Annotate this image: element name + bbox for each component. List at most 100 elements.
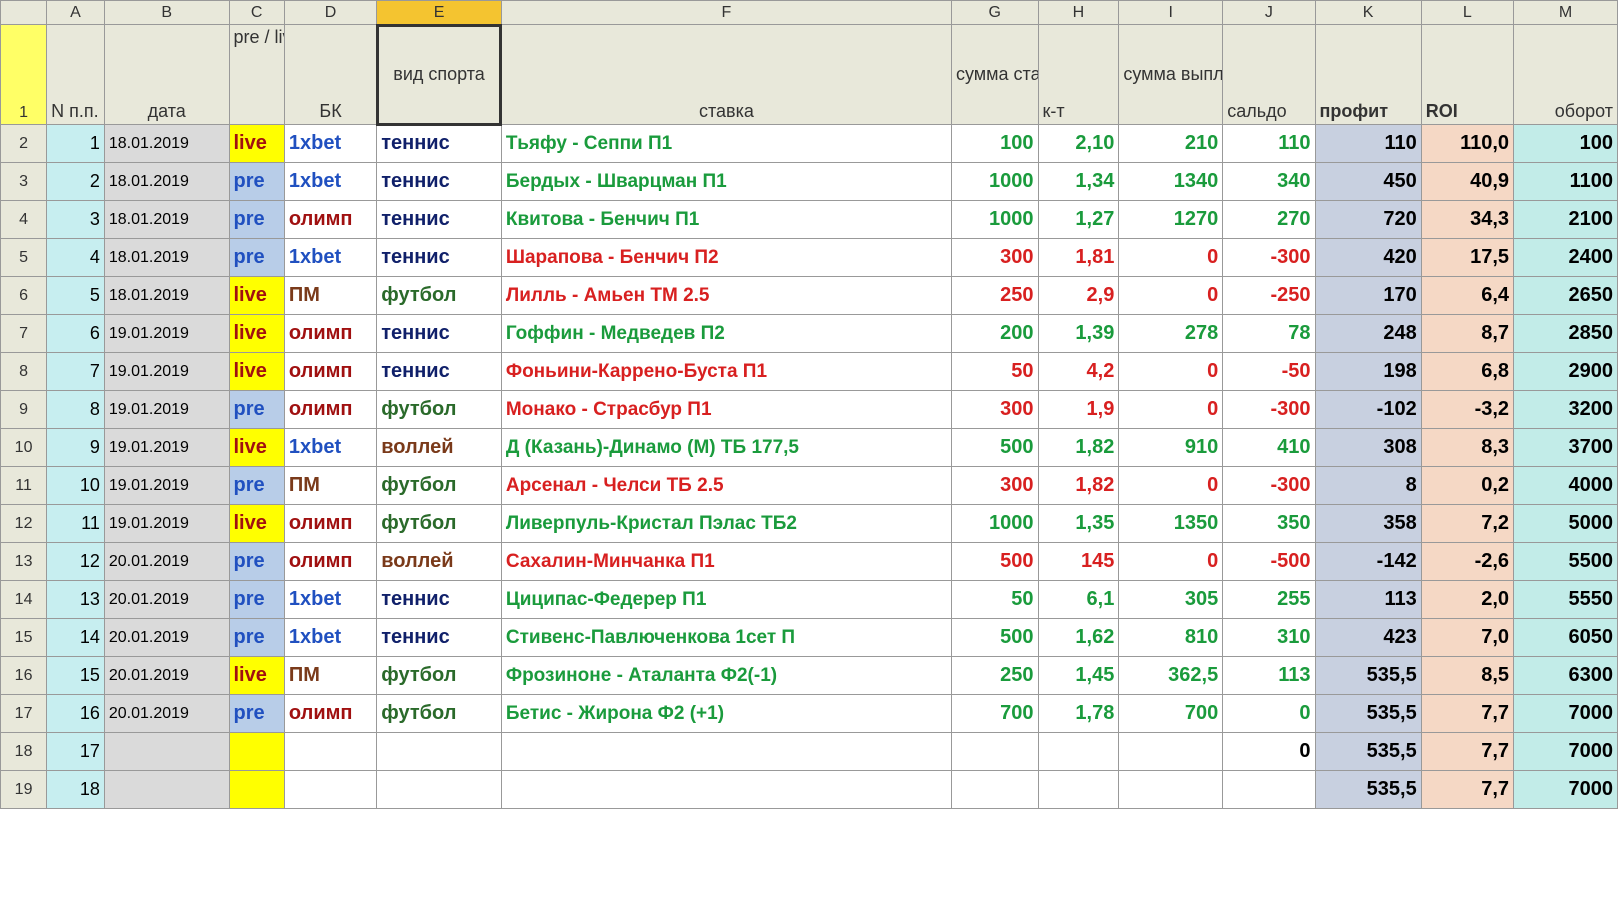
cell-oborot[interactable]: 5500: [1514, 543, 1618, 581]
cell-sum[interactable]: 1000: [951, 163, 1038, 201]
row-header[interactable]: 11: [1, 467, 47, 505]
cell-prelive[interactable]: live: [229, 315, 284, 353]
cell-n[interactable]: 17: [47, 733, 105, 771]
cell-sum[interactable]: 1000: [951, 505, 1038, 543]
cell-k[interactable]: 1,39: [1038, 315, 1119, 353]
col-header-H[interactable]: H: [1038, 1, 1119, 25]
cell-profit[interactable]: 113: [1315, 581, 1421, 619]
cell-n[interactable]: 12: [47, 543, 105, 581]
row-header[interactable]: 9: [1, 391, 47, 429]
cell-k[interactable]: [1038, 771, 1119, 809]
cell-bk[interactable]: олимп: [284, 505, 376, 543]
cell-bk[interactable]: [284, 771, 376, 809]
cell-saldo[interactable]: -500: [1223, 543, 1315, 581]
col-header-J[interactable]: J: [1223, 1, 1315, 25]
cell-n[interactable]: 9: [47, 429, 105, 467]
cell-n[interactable]: 18: [47, 771, 105, 809]
cell-oborot[interactable]: 2400: [1514, 239, 1618, 277]
header-prelive[interactable]: pre / live: [229, 25, 284, 125]
row-header[interactable]: 15: [1, 619, 47, 657]
cell-sport[interactable]: теннис: [377, 163, 502, 201]
cell-date[interactable]: [104, 771, 229, 809]
cell-profit[interactable]: 720: [1315, 201, 1421, 239]
cell-date[interactable]: 20.01.2019: [104, 543, 229, 581]
cell-profit[interactable]: 423: [1315, 619, 1421, 657]
row-header[interactable]: 8: [1, 353, 47, 391]
cell-roi[interactable]: 7,2: [1421, 505, 1513, 543]
cell-pay[interactable]: 362,5: [1119, 657, 1223, 695]
row-header[interactable]: 14: [1, 581, 47, 619]
cell-roi[interactable]: 7,7: [1421, 733, 1513, 771]
row-header-1[interactable]: 1: [1, 25, 47, 125]
cell-prelive[interactable]: pre: [229, 391, 284, 429]
col-header-I[interactable]: I: [1119, 1, 1223, 25]
cell-sum[interactable]: 500: [951, 619, 1038, 657]
row-header[interactable]: 7: [1, 315, 47, 353]
cell-bk[interactable]: олимп: [284, 353, 376, 391]
cell-profit[interactable]: 535,5: [1315, 771, 1421, 809]
cell-saldo[interactable]: [1223, 771, 1315, 809]
cell-profit[interactable]: -102: [1315, 391, 1421, 429]
cell-oborot[interactable]: 2650: [1514, 277, 1618, 315]
cell-saldo[interactable]: 350: [1223, 505, 1315, 543]
cell-date[interactable]: 18.01.2019: [104, 163, 229, 201]
cell-saldo[interactable]: -50: [1223, 353, 1315, 391]
cell-bk[interactable]: 1xbet: [284, 125, 376, 163]
cell-n[interactable]: 11: [47, 505, 105, 543]
cell-sum[interactable]: 200: [951, 315, 1038, 353]
cell-oborot[interactable]: 2900: [1514, 353, 1618, 391]
header-sport[interactable]: вид спорта: [377, 25, 502, 125]
cell-bet[interactable]: [501, 771, 951, 809]
cell-k[interactable]: 145: [1038, 543, 1119, 581]
col-header-A[interactable]: A: [47, 1, 105, 25]
cell-profit[interactable]: 535,5: [1315, 695, 1421, 733]
cell-saldo[interactable]: 255: [1223, 581, 1315, 619]
cell-sum[interactable]: 250: [951, 277, 1038, 315]
cell-k[interactable]: 2,9: [1038, 277, 1119, 315]
cell-prelive[interactable]: [229, 771, 284, 809]
cell-pay[interactable]: 278: [1119, 315, 1223, 353]
cell-pay[interactable]: [1119, 771, 1223, 809]
header-bet[interactable]: ставка: [501, 25, 951, 125]
cell-pay[interactable]: 0: [1119, 467, 1223, 505]
cell-bk[interactable]: 1xbet: [284, 163, 376, 201]
cell-n[interactable]: 6: [47, 315, 105, 353]
cell-bet[interactable]: Квитова - Бенчич П1: [501, 201, 951, 239]
row-header[interactable]: 19: [1, 771, 47, 809]
cell-sport[interactable]: футбол: [377, 467, 502, 505]
cell-k[interactable]: 1,27: [1038, 201, 1119, 239]
cell-sum[interactable]: 300: [951, 391, 1038, 429]
cell-k[interactable]: 1,78: [1038, 695, 1119, 733]
cell-n[interactable]: 5: [47, 277, 105, 315]
cell-pay[interactable]: 810: [1119, 619, 1223, 657]
cell-saldo[interactable]: 0: [1223, 733, 1315, 771]
spreadsheet-grid[interactable]: A B C D E F G H I J K L M 1 N п.п. дата …: [0, 0, 1618, 809]
cell-n[interactable]: 1: [47, 125, 105, 163]
cell-sport[interactable]: теннис: [377, 239, 502, 277]
cell-bet[interactable]: Фрозиноне - Аталанта Ф2(-1): [501, 657, 951, 695]
cell-sum[interactable]: 50: [951, 353, 1038, 391]
cell-pay[interactable]: 0: [1119, 239, 1223, 277]
cell-roi[interactable]: 7,7: [1421, 771, 1513, 809]
header-saldo[interactable]: сальдо: [1223, 25, 1315, 125]
cell-n[interactable]: 14: [47, 619, 105, 657]
cell-bet[interactable]: Сахалин-Минчанка П1: [501, 543, 951, 581]
cell-date[interactable]: 18.01.2019: [104, 239, 229, 277]
cell-prelive[interactable]: live: [229, 429, 284, 467]
cell-k[interactable]: 1,81: [1038, 239, 1119, 277]
cell-bk[interactable]: 1xbet: [284, 239, 376, 277]
cell-sport[interactable]: футбол: [377, 695, 502, 733]
col-header-E[interactable]: E: [377, 1, 502, 25]
cell-pay[interactable]: 700: [1119, 695, 1223, 733]
cell-bet[interactable]: Бетис - Жирона Ф2 (+1): [501, 695, 951, 733]
cell-n[interactable]: 3: [47, 201, 105, 239]
cell-oborot[interactable]: 7000: [1514, 695, 1618, 733]
cell-bk[interactable]: ПМ: [284, 467, 376, 505]
col-header-B[interactable]: B: [104, 1, 229, 25]
cell-date[interactable]: 19.01.2019: [104, 429, 229, 467]
cell-prelive[interactable]: pre: [229, 201, 284, 239]
cell-oborot[interactable]: 3200: [1514, 391, 1618, 429]
cell-bk[interactable]: 1xbet: [284, 429, 376, 467]
cell-roi[interactable]: 8,3: [1421, 429, 1513, 467]
cell-date[interactable]: 19.01.2019: [104, 505, 229, 543]
